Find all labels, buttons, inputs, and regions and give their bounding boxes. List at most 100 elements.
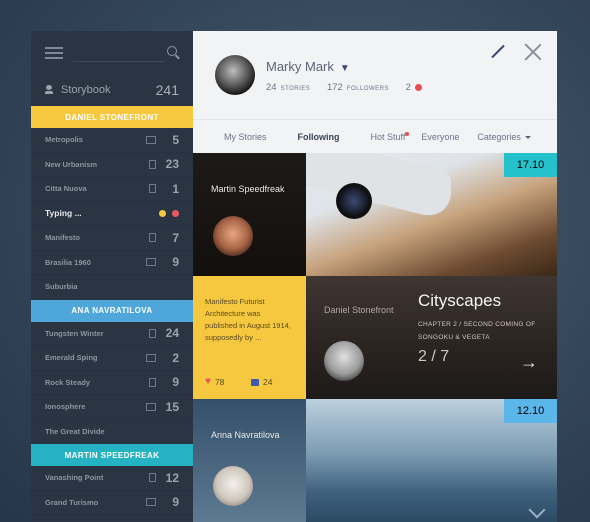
messages-count[interactable]: 2 [406, 82, 411, 93]
document-icon [149, 233, 156, 243]
sidebar-item-label: Manifesto [45, 233, 81, 243]
sidebar-top [31, 31, 193, 73]
sidebar-item-label: Tungsten Winter [45, 328, 104, 338]
sidebar-item-label: Typing ... [45, 208, 82, 219]
stories-label: STORIES [280, 86, 311, 92]
card-snippet-panel: Manifesto Futurist Architecture was publ… [193, 276, 306, 399]
sidebar-item-label: Rock Steady [45, 377, 91, 387]
document-icon [149, 377, 156, 387]
story-snippet: Manifesto Futurist Architecture was publ… [205, 297, 291, 342]
image-icon [146, 135, 156, 144]
profile-name-text: Marky Mark [266, 59, 334, 74]
menu-icon[interactable] [45, 47, 63, 59]
status-dot-icon [172, 209, 179, 217]
story-title: Cityscapes [418, 291, 502, 310]
sidebar-item-count: 23 [165, 157, 179, 172]
card-author-panel: Martin Speedfreak [193, 153, 306, 276]
search-input[interactable] [73, 61, 165, 62]
sidebar-group-header[interactable]: MARTIN SPEEDFREAK [31, 444, 193, 466]
arrow-right-icon[interactable]: → [520, 352, 538, 373]
stories-count: 24 [266, 82, 277, 93]
wheel-image [336, 183, 372, 219]
card-author-panel: Anna Navratilova [193, 399, 306, 522]
sidebar-item-count: 2 [172, 350, 179, 365]
sidebar-item[interactable]: Citta Nuova 1 [31, 177, 193, 202]
image-icon [146, 353, 156, 362]
chevron-down-icon[interactable] [528, 501, 546, 519]
followers-count: 172 [326, 82, 343, 93]
sidebar-item-label: Citta Nuova [45, 184, 87, 194]
sidebar-item-count: 24 [165, 326, 179, 341]
sidebar-item[interactable]: Brasilia 1960 9 [31, 251, 193, 275]
message-icon[interactable] [414, 83, 422, 91]
card-image[interactable]: 17.10 [306, 153, 557, 276]
author-avatar[interactable] [213, 216, 253, 256]
tab-categories-label: Categories [477, 132, 521, 142]
sidebar-item[interactable]: The Great Divide [31, 420, 193, 444]
sidebar-item[interactable]: Grand Turismo 9 [31, 491, 193, 515]
card-image[interactable]: Daniel Stonefront Cityscapes CHAPTER 2 /… [306, 276, 557, 399]
car-image [306, 153, 451, 222]
sidebar-item-label: Emerald Sping [45, 353, 98, 363]
author-name: Anna Navratilova [211, 430, 280, 440]
story-card[interactable]: Anna Navratilova 12.10 [193, 399, 557, 522]
sidebar-item[interactable]: Tungsten Winter 24 [31, 322, 193, 346]
sidebar-item[interactable]: Emerald Sping 2 [31, 346, 193, 371]
profile-name: Marky Mark ▼ [266, 59, 350, 74]
close-icon[interactable] [524, 43, 542, 61]
comment-icon [251, 378, 259, 386]
comments[interactable]: 24 [251, 377, 272, 387]
author-name: Martin Speedfreak [211, 184, 285, 194]
sidebar-item[interactable]: Typing ... [31, 202, 193, 226]
chevron-down-icon [524, 136, 531, 140]
tab-categories[interactable]: Categories [477, 132, 531, 142]
sidebar-item-label: Suburbia [45, 282, 78, 292]
tab-everyone[interactable]: Everyone [421, 132, 459, 142]
storybook-row[interactable]: Storybook 241 [31, 73, 193, 106]
sidebar-item-label: Metropolis [45, 135, 83, 145]
sidebar-item-label: The Great Divide [45, 426, 105, 436]
sidebar-item[interactable]: Ionosphere 15 [31, 395, 193, 420]
date-badge: 17.10 [504, 153, 557, 177]
sidebar-item-count: 5 [172, 132, 179, 147]
sidebar-item-count: 9 [172, 255, 179, 270]
feed: Martin Speedfreak 17.10 Manifesto Futuri… [193, 153, 557, 522]
followers-label: FOLLOWERS [346, 86, 389, 92]
sidebar-item[interactable]: Suburbia [31, 275, 193, 300]
sidebar-group-header[interactable]: ANA NAVRATILOVA [31, 299, 193, 322]
sidebar-item-count: 1 [172, 181, 179, 196]
card-image[interactable]: 12.10 [306, 399, 557, 522]
document-icon [149, 328, 156, 338]
heart-icon: ♥ [205, 376, 211, 387]
sidebar-item[interactable]: Vanashing Point 12 [31, 466, 193, 491]
tab-hot-stuff[interactable]: Hot Stuff [371, 132, 410, 142]
likes[interactable]: ♥ 78 [205, 376, 224, 387]
document-icon [149, 473, 156, 483]
sidebar-item[interactable]: Manifesto 7 [31, 226, 193, 251]
story-card[interactable]: Manifesto Futurist Architecture was publ… [193, 276, 557, 399]
story-card[interactable]: Martin Speedfreak 17.10 [193, 153, 557, 276]
tab-bar: My Stories Following Hot Stuff Everyone … [193, 119, 557, 154]
tab-following[interactable]: Following [298, 132, 340, 142]
sidebar-item-count: 15 [165, 399, 179, 414]
document-icon [149, 159, 156, 169]
document-icon [149, 184, 156, 194]
sidebar-item[interactable]: Metropolis 5 [31, 128, 193, 153]
avatar[interactable] [215, 55, 255, 95]
sidebar-group-header[interactable]: DANIEL STONEFRONT [31, 106, 193, 128]
sidebar-item[interactable]: New Urbanism 23 [31, 153, 193, 177]
image-icon [146, 498, 156, 507]
edit-icon[interactable] [491, 44, 505, 59]
likes-count: 78 [214, 376, 225, 387]
search-icon[interactable] [167, 46, 177, 56]
profile-stats: 24 STORIES 172 FOLLOWERS 2 [266, 82, 422, 93]
tab-hot-stuff-label: Hot Stuff [370, 132, 406, 142]
notification-dot-icon [405, 132, 410, 136]
story-chapter: CHAPTER 2 / SECOND COMING OF SONGOKU & V… [418, 321, 536, 341]
typing-indicator [159, 209, 179, 217]
sidebar-item[interactable]: Rock Steady 9 [31, 371, 193, 395]
author-avatar[interactable] [213, 466, 253, 506]
author-avatar[interactable] [324, 341, 364, 381]
tab-my-stories[interactable]: My Stories [224, 132, 267, 142]
image-icon [146, 258, 156, 267]
